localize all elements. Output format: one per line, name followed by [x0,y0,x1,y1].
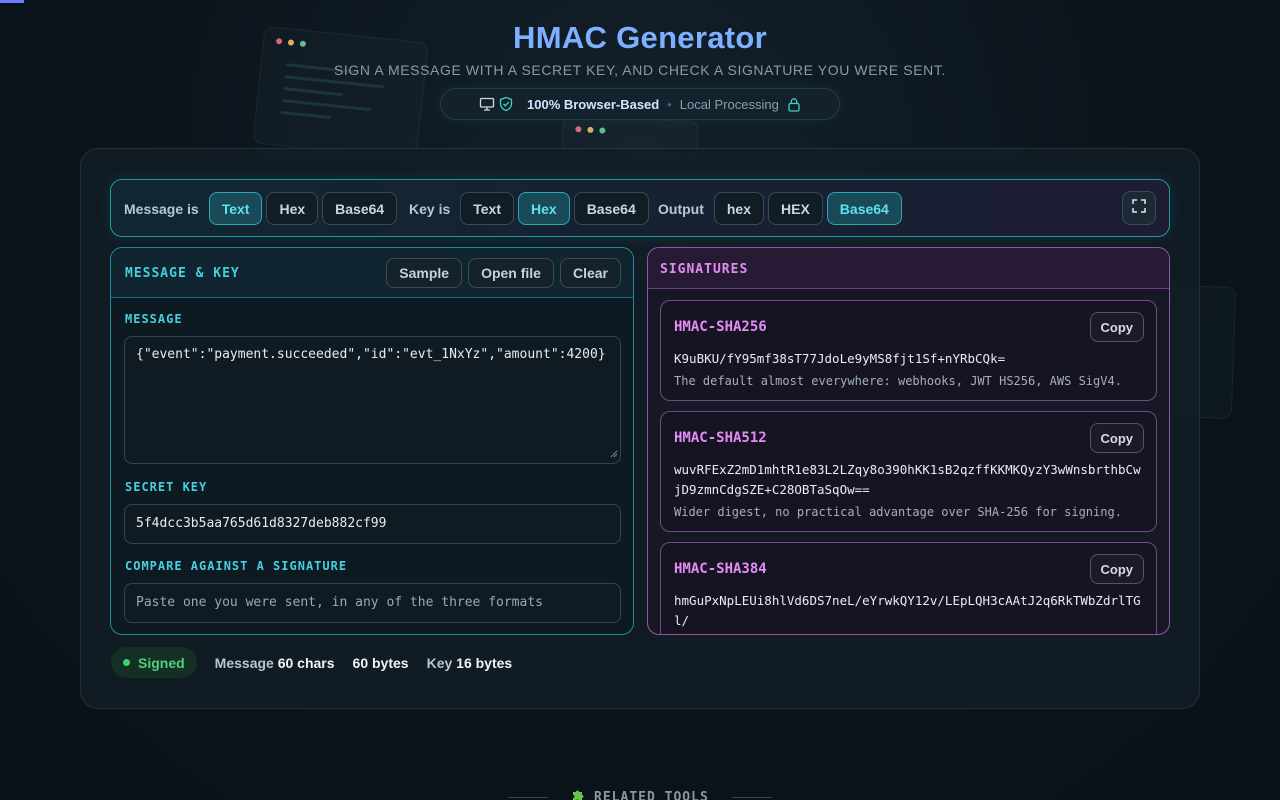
copy-sha384-button[interactable]: Copy [1089,554,1144,584]
shield-check-icon [498,96,514,115]
status-badge: Signed [111,647,197,678]
signature-value: K9uBKU/fY95mf38sT77JdoLe9yMS8fjt1Sf+nYRb… [674,351,1006,366]
status-dot-icon [123,659,130,666]
copy-sha512-button[interactable]: Copy [1089,423,1144,453]
key-format-group: Key is Text Hex Base64 [409,192,649,225]
signature-card-sha512: HMAC-SHA512 Copy wuvRFExZ2mD1mhtR1e83L2L… [660,411,1157,532]
related-tools-label: RELATED TOOLS [594,790,709,800]
page-title: HMAC Generator [513,20,767,55]
output-format-group: Output hex HEX Base64 [658,192,902,225]
message-length-value: 60 chars [277,654,335,671]
output-format-label: Output [658,200,704,217]
signature-value: hmGuPxNpLEUi8hlVd6DS7neL/eYrwkQY12v/LEpL… [674,593,1141,628]
divider-line [731,797,772,798]
sample-button[interactable]: Sample [386,258,463,288]
format-toolbar: Message is Text Hex Base64 Key is Text H… [110,179,1170,237]
fullscreen-icon [1131,198,1147,218]
output-format-hex-lower[interactable]: hex [713,192,764,225]
key-format-base64[interactable]: Base64 [573,192,649,225]
badge-local-processing: Local Processing [679,96,779,112]
signature-note: Wider digest, no practical advantage ove… [674,505,1122,519]
compare-label: COMPARE AGAINST A SIGNATURE [125,559,348,573]
signature-note: The default almost everywhere: webhooks,… [674,374,1122,388]
status-text: Signed [138,654,185,671]
secret-key-input[interactable]: 5f4dcc3b5aa765d61d8327deb882cf99 [124,504,621,544]
signature-name: HMAC-SHA256 [674,319,767,335]
signature-name: HMAC-SHA384 [674,561,767,577]
badge-browser-based: 100% Browser-Based [527,96,660,112]
key-length-stat: Key 16 bytes [427,655,513,671]
signatures-header: SIGNATURES [648,248,1169,289]
signature-card-sha384: HMAC-SHA384 Copy hmGuPxNpLEUi8hlVd6DS7ne… [660,542,1157,634]
message-input[interactable]: {"event":"payment.succeeded","id":"evt_1… [124,336,621,464]
message-format-hex[interactable]: Hex [266,192,319,225]
message-format-group: Message is Text Hex Base64 [124,192,398,225]
key-format-label: Key is [409,200,451,217]
key-format-hex[interactable]: Hex [518,192,570,225]
clear-button[interactable]: Clear [559,258,621,288]
message-label: MESSAGE [125,312,183,326]
message-bytes-stat: 60 bytes [353,655,409,671]
message-bytes-value: 60 bytes [352,654,409,671]
compare-signature-input[interactable]: Paste one you were sent, in any of the t… [124,583,621,623]
message-format-base64[interactable]: Base64 [322,192,398,225]
message-key-header: MESSAGE & KEY Sample Open file Clear [111,248,633,298]
status-bar: Signed Message 60 chars 60 bytes Key 16 … [111,647,512,678]
signatures-title: SIGNATURES [660,262,749,277]
copy-sha256-button[interactable]: Copy [1089,312,1144,342]
signature-name: HMAC-SHA512 [674,430,767,446]
corner-accent [0,0,24,3]
output-format-hex-upper[interactable]: HEX [768,192,823,225]
compare-placeholder: Paste one you were sent, in any of the t… [136,595,543,610]
message-format-label: Message is [124,200,199,217]
message-length-stat: Message 60 chars [215,655,335,671]
badge-separator: • [667,96,672,112]
key-format-text[interactable]: Text [460,192,514,225]
signatures-panel: SIGNATURES HMAC-SHA256 Copy K9uBKU/fY95m… [647,247,1170,635]
fullscreen-button[interactable] [1122,191,1156,225]
signature-card-sha256: HMAC-SHA256 Copy K9uBKU/fY95mf38sT77JdoL… [660,300,1157,401]
page-subtitle: SIGN A MESSAGE WITH A SECRET KEY, AND CH… [333,62,946,78]
message-format-text[interactable]: Text [208,192,263,225]
resize-handle-icon[interactable] [609,447,618,462]
key-length-prefix: Key [426,654,453,671]
output-format-base64[interactable]: Base64 [826,192,902,225]
message-key-title: MESSAGE & KEY [125,266,240,281]
puzzle-icon [571,790,594,800]
signature-value: wuvRFExZ2mD1mhtR1e83L2LZqy8o390hKK1sB2qz… [674,462,1141,497]
secret-key-value: 5f4dcc3b5aa765d61d8327deb882cf99 [136,516,387,531]
message-length-prefix: Message [214,654,274,671]
message-value: {"event":"payment.succeeded","id":"evt_1… [136,347,606,362]
monitor-icon [479,96,495,115]
message-key-panel: MESSAGE & KEY Sample Open file Clear MES… [110,247,634,635]
related-tools-heading: RELATED TOOLS [0,788,1280,800]
privacy-badge: 100% Browser-Based • Local Processing [440,88,840,120]
secret-key-label: SECRET KEY [125,480,208,494]
lock-icon [787,97,801,112]
key-length-value: 16 bytes [456,654,513,671]
divider-line [508,797,549,798]
open-file-button[interactable]: Open file [468,258,554,288]
